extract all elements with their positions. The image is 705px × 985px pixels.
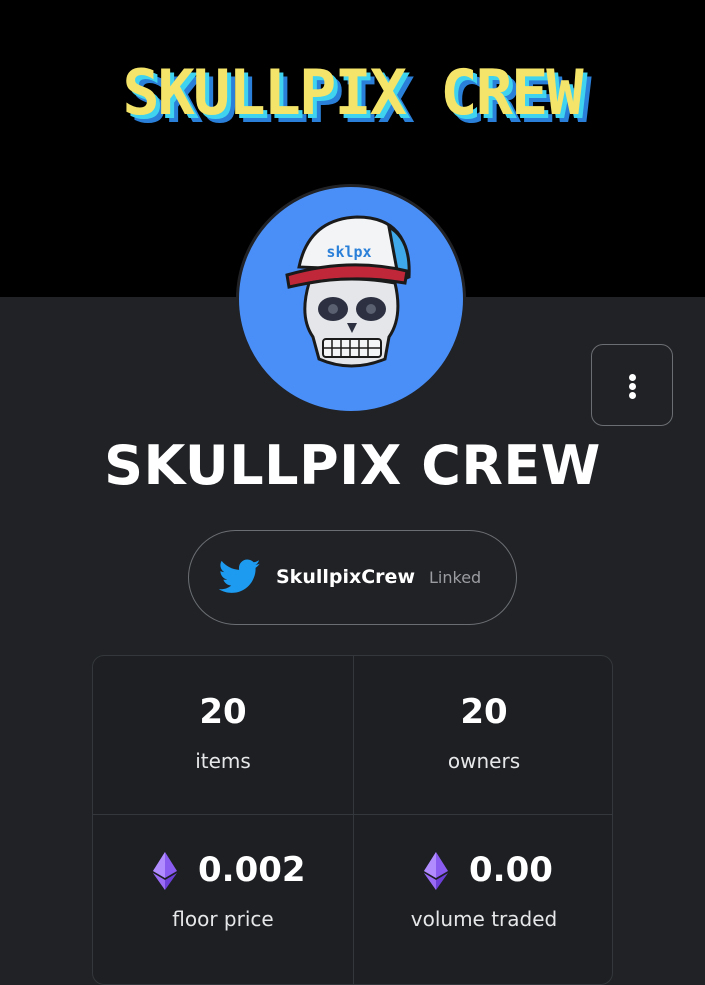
twitter-handle: SkullpixCrew [276, 566, 415, 588]
stat-volume-value: 0.00 [469, 850, 553, 890]
stat-items-value: 20 [199, 692, 247, 732]
collection-title: SKULLPIX CREW [104, 434, 601, 497]
stat-floor-value: 0.002 [198, 850, 306, 890]
ethereum-icon [424, 852, 448, 890]
banner-logo: SKULLPIX CREW SKULLPIX CREW SKULLPIX CRE… [122, 56, 594, 137]
stat-floor-label: floor price [172, 907, 274, 931]
twitter-link-button[interactable]: SkullpixCrew Linked [188, 530, 517, 625]
ethereum-icon [153, 852, 177, 890]
skull-avatar-image: sklpx [285, 215, 411, 368]
banner-logo-text: SKULLPIX CREW [122, 56, 584, 129]
stat-owners-value: 20 [460, 692, 508, 732]
twitter-bird-icon [219, 559, 261, 593]
stat-owners[interactable]: 20 owners [354, 656, 612, 814]
stat-items-label: items [195, 749, 251, 773]
stat-volume-label: volume traded [410, 907, 558, 931]
avatar-cap-text: sklpx [326, 243, 371, 261]
twitter-linked-status: Linked [429, 568, 482, 587]
collection-avatar: sklpx [236, 184, 466, 414]
collection-stats: 20 items 20 owners 0.002 floor price 0.0… [92, 655, 613, 985]
stat-owners-label: owners [447, 749, 521, 773]
more-options-button[interactable] [591, 344, 673, 426]
stat-items[interactable]: 20 items [93, 656, 353, 814]
